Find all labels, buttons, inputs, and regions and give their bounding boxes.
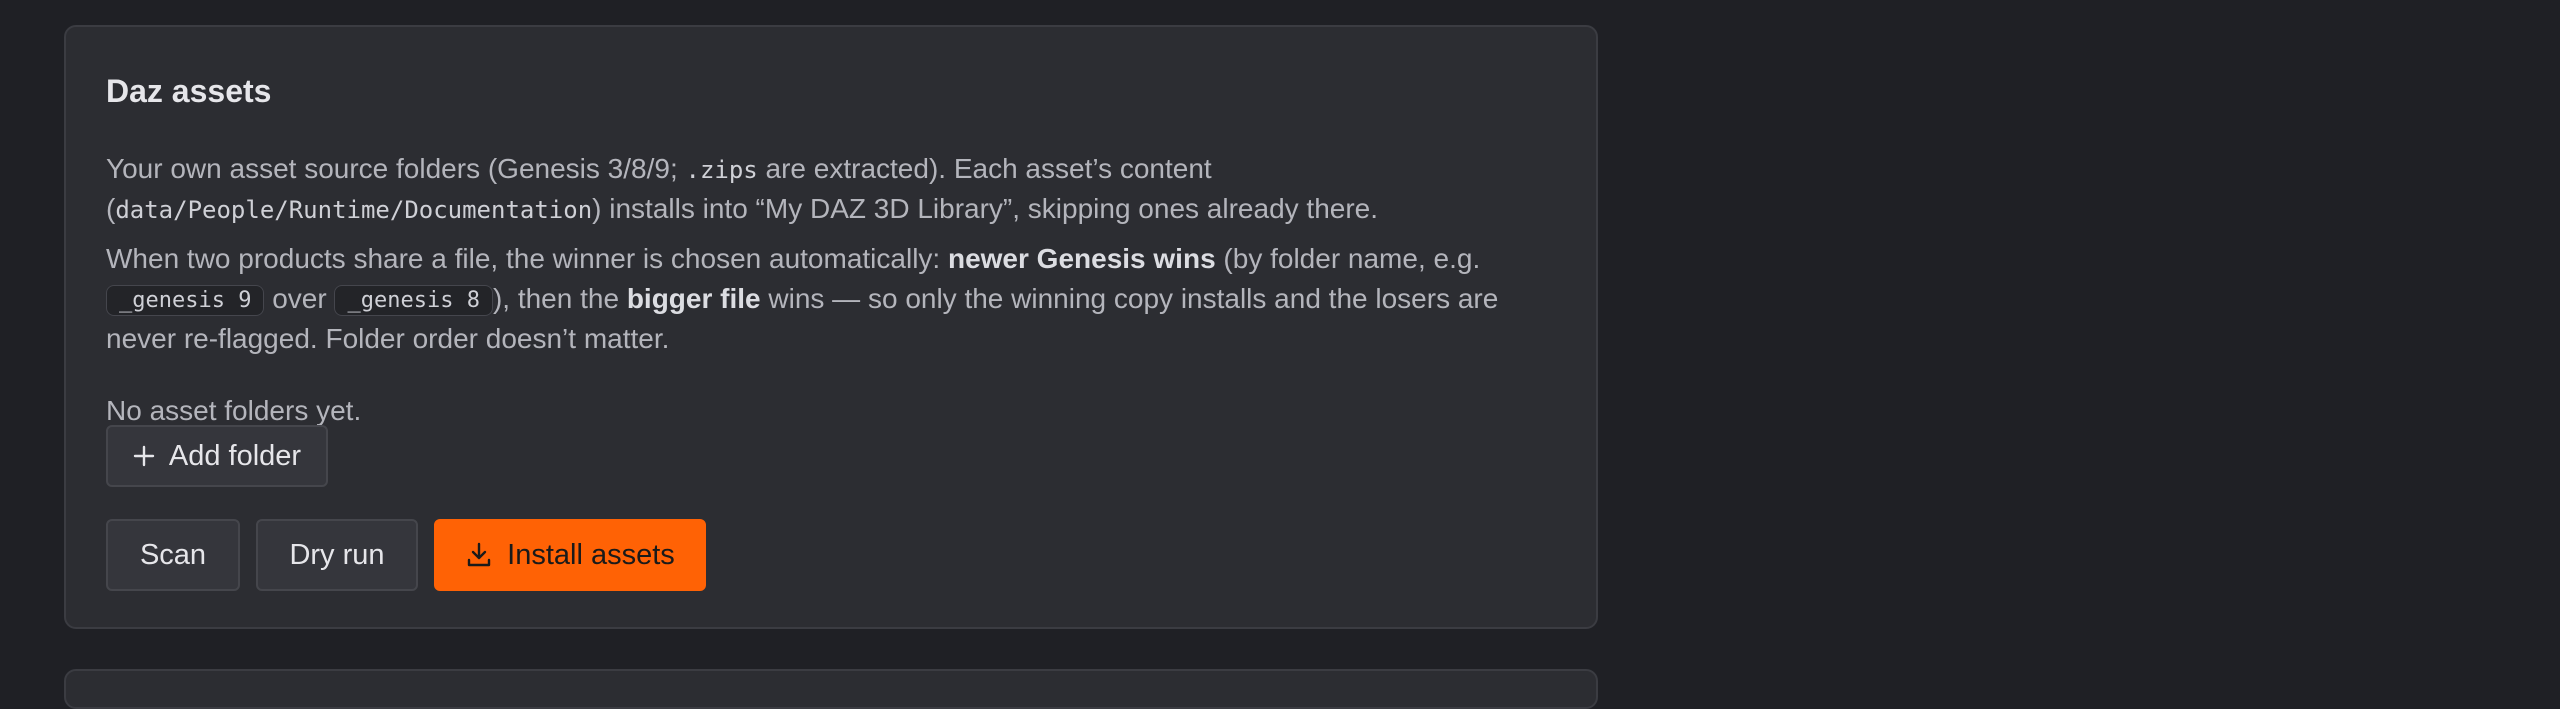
- card-title: Daz assets: [106, 73, 272, 109]
- conflict-line-3: never re-flagged. Folder order doesn’t m…: [106, 323, 670, 354]
- bold-bigger-file: bigger file: [626, 283, 761, 314]
- code-path: data/People/Runtime/Documentation: [115, 196, 593, 224]
- add-folder-label: Add folder: [168, 439, 302, 472]
- bold-newer-genesis: newer Genesis wins: [947, 243, 1216, 274]
- conflict-line-1: When two products share a file, the winn…: [106, 239, 1498, 279]
- conflict-line-2: _genesis 9 over _genesis 8), then the bi…: [106, 279, 1498, 319]
- code-pill-genesis-9: _genesis 9: [106, 285, 265, 316]
- text: over: [264, 283, 335, 314]
- download-icon: [465, 541, 493, 569]
- code-pill-genesis-8: _genesis 8: [334, 285, 493, 316]
- install-assets-button[interactable]: Install assets: [434, 519, 706, 591]
- text: (: [106, 193, 116, 224]
- description-line-2: (data/People/Runtime/Documentation) inst…: [106, 189, 1378, 229]
- text: Your own asset source folders (Genesis 3…: [106, 153, 686, 184]
- description-line-1: Your own asset source folders (Genesis 3…: [106, 149, 1378, 189]
- text: are extracted). Each asset’s content: [757, 153, 1212, 184]
- scan-button[interactable]: Scan: [106, 519, 240, 591]
- install-assets-label: Install assets: [507, 538, 675, 571]
- text: ) installs into “My DAZ 3D Library”, ski…: [592, 193, 1379, 224]
- conflict-paragraph: When two products share a file, the winn…: [106, 239, 1498, 359]
- daz-assets-card: Daz assets Your own asset source folders…: [64, 25, 1598, 629]
- text: wins — so only the winning copy installs…: [760, 283, 1499, 314]
- text: (by folder name, e.g.: [1215, 243, 1481, 274]
- description-paragraph: Your own asset source folders (Genesis 3…: [106, 149, 1378, 229]
- plus-icon: [133, 445, 155, 467]
- code-zips: .zips: [685, 156, 758, 184]
- text: When two products share a file, the winn…: [106, 243, 948, 274]
- add-folder-button[interactable]: Add folder: [106, 425, 328, 487]
- text: ), then the: [492, 283, 627, 314]
- dry-run-button[interactable]: Dry run: [256, 519, 418, 591]
- next-card-edge: [64, 669, 1598, 709]
